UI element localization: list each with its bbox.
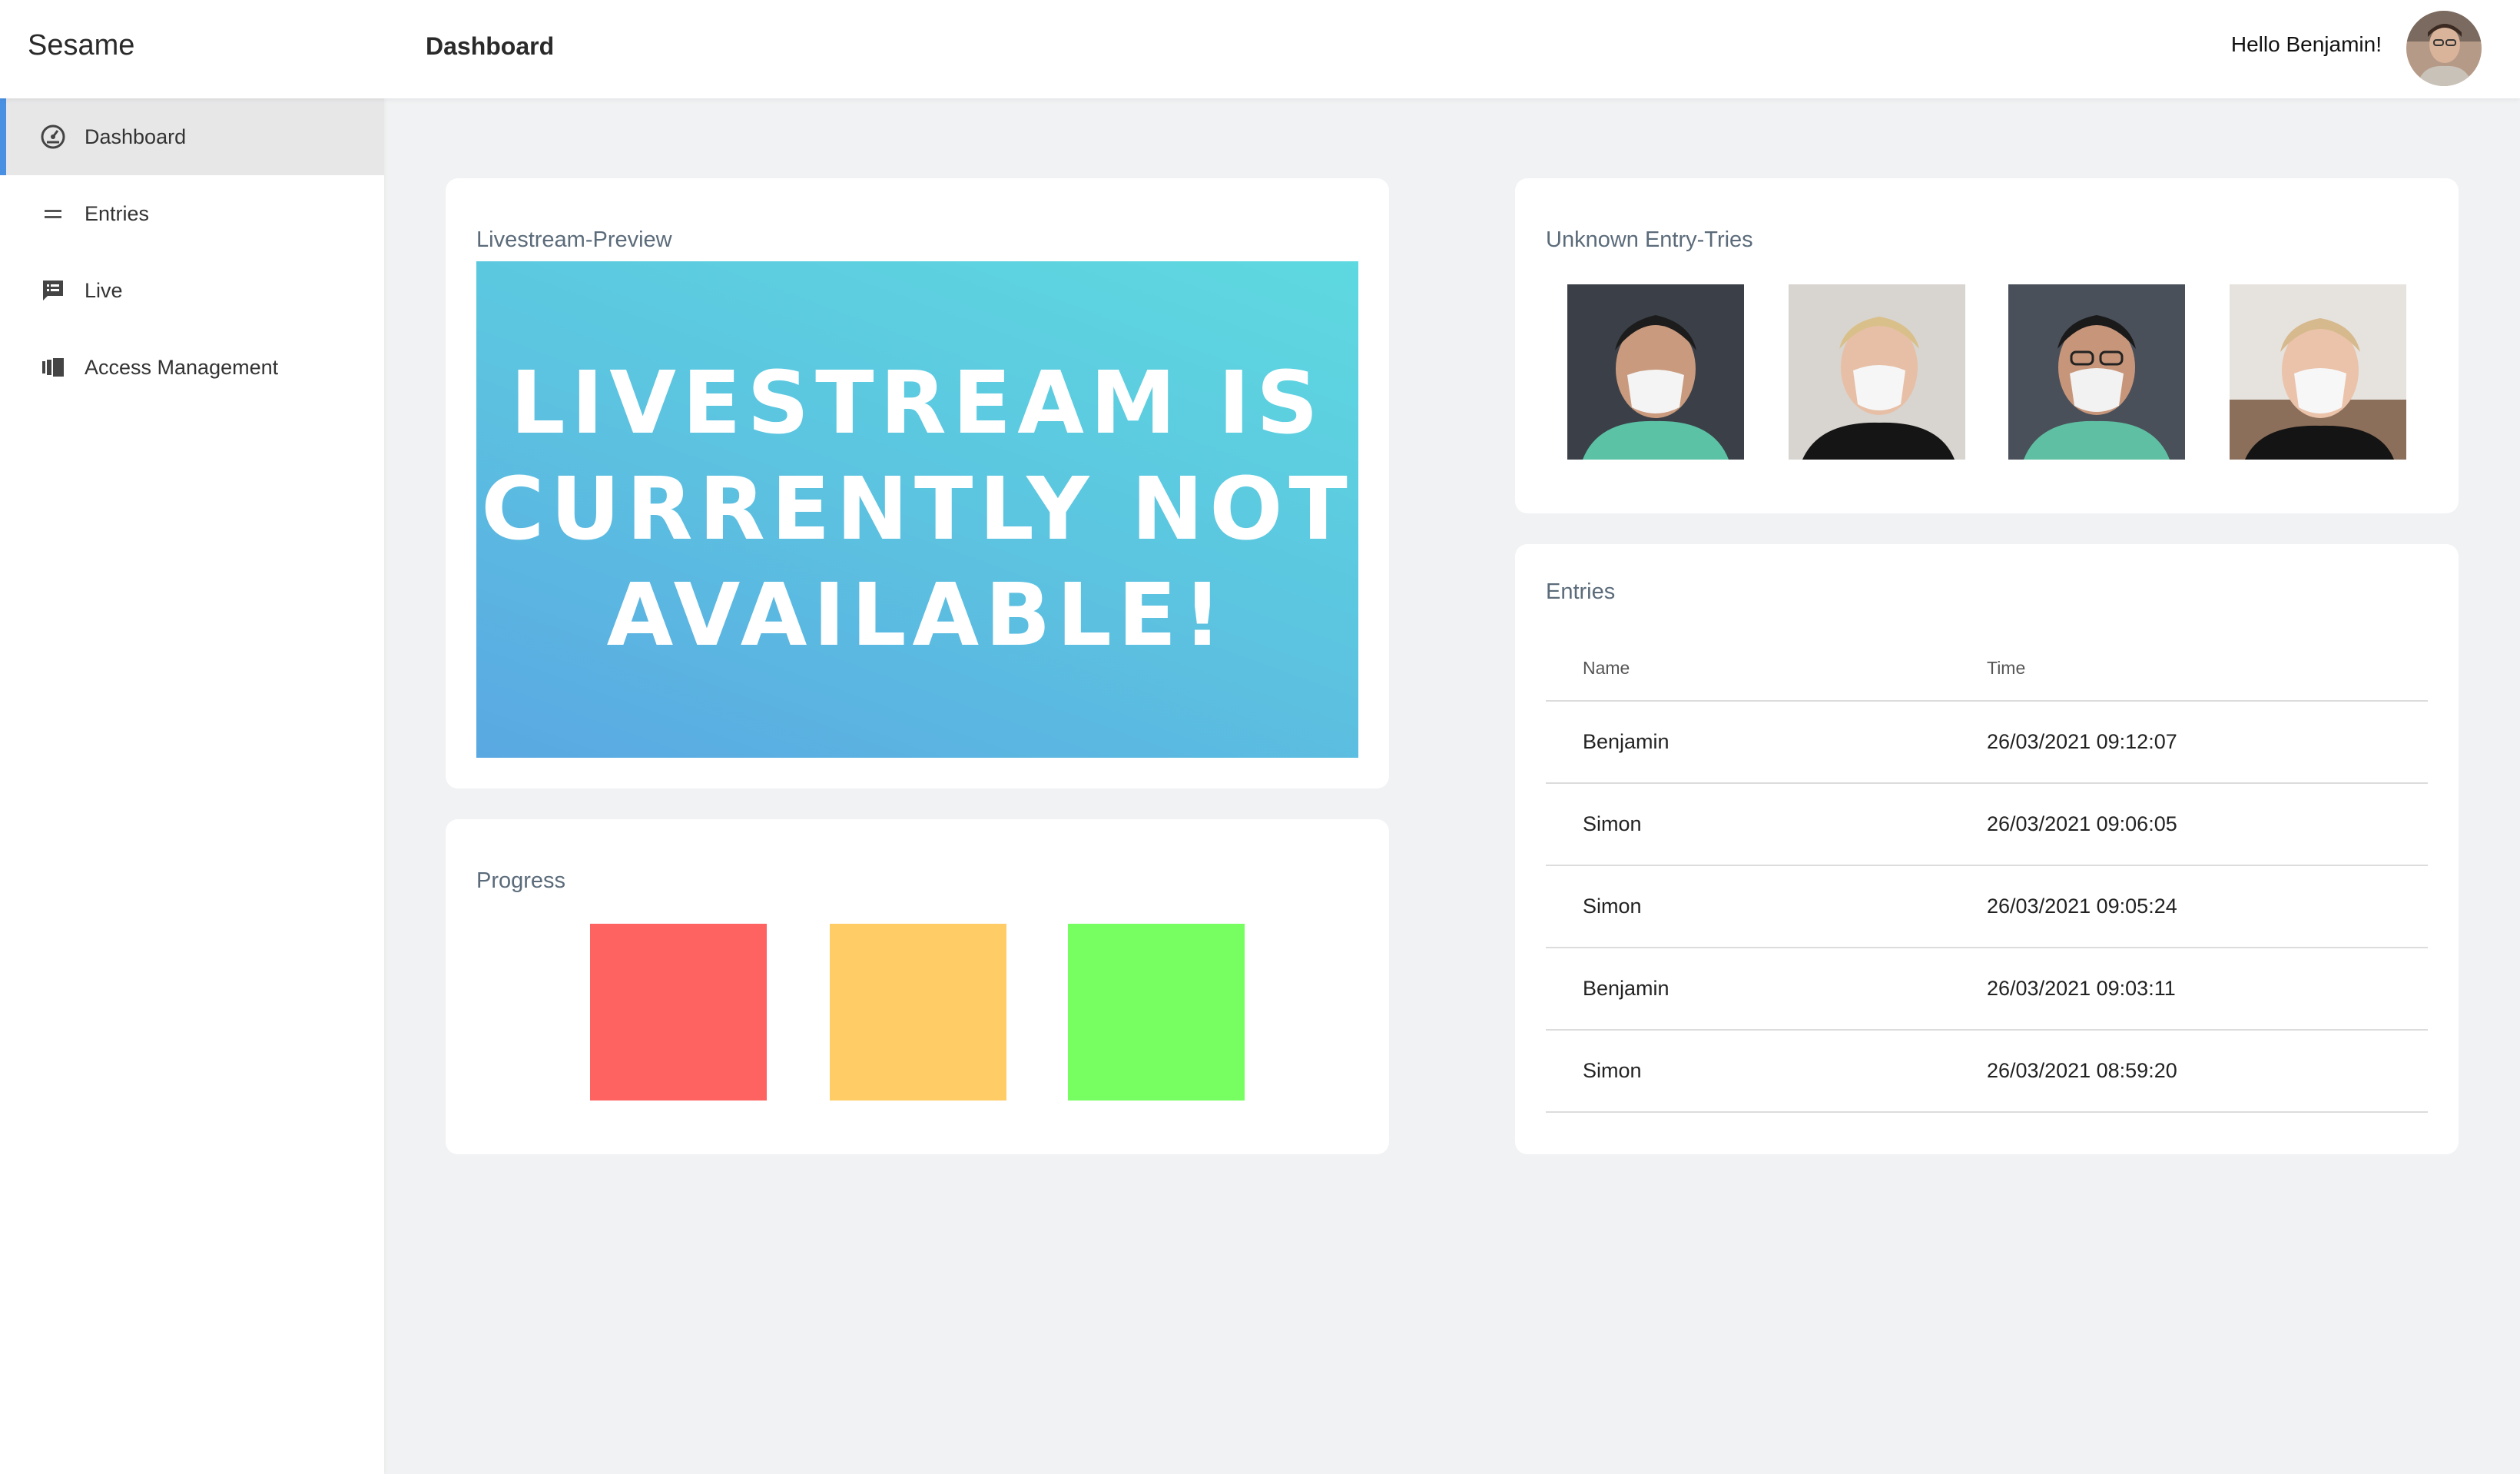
unknown-face-thumbnail[interactable]	[1567, 284, 1744, 460]
unknown-entries-title: Unknown Entry-Tries	[1546, 227, 1753, 252]
livestream-card: Livestream-Preview Livestream is current…	[446, 178, 1389, 788]
entry-time: 26/03/2021 09:12:07	[1950, 701, 2428, 784]
table-row[interactable]: Simon 26/03/2021 09:05:24	[1546, 865, 2428, 948]
entry-time: 26/03/2021 09:03:11	[1950, 948, 2428, 1031]
entry-time: 26/03/2021 08:59:20	[1950, 1030, 2428, 1113]
unknown-entries-card: Unknown Entry-Tries	[1515, 178, 2459, 513]
sidebar-item-label: Dashboard	[85, 124, 187, 148]
unknown-face-thumbnail[interactable]	[2230, 284, 2406, 460]
table-row[interactable]: Benjamin 26/03/2021 09:12:07	[1546, 701, 2428, 784]
sidebar-item-dashboard[interactable]: Dashboard	[0, 98, 384, 175]
live-icon	[40, 277, 66, 304]
livestream-message: Livestream is currently not available!	[481, 354, 1354, 666]
progress-red-block	[590, 924, 767, 1101]
avatar[interactable]	[2406, 11, 2482, 86]
entry-name: Simon	[1546, 783, 1950, 866]
livestream-preview[interactable]: Livestream is currently not available!	[476, 261, 1358, 758]
entry-name: Simon	[1546, 865, 1950, 948]
access-icon	[40, 354, 66, 380]
sidebar-item-live[interactable]: Live	[0, 252, 384, 329]
entry-time: 26/03/2021 09:06:05	[1950, 783, 2428, 866]
column-header-name[interactable]: Name	[1546, 636, 1950, 702]
table-row[interactable]: Benjamin 26/03/2021 09:03:11	[1546, 948, 2428, 1031]
progress-card: Progress	[446, 819, 1389, 1154]
dashboard-icon	[40, 124, 66, 150]
app-brand[interactable]: Sesame	[28, 29, 134, 62]
table-row[interactable]: Simon 26/03/2021 09:06:05	[1546, 783, 2428, 866]
sidebar-item-entries[interactable]: Entries	[0, 175, 384, 252]
entries-table: Name Time Benjamin 26/03/2021 09:12:07 S…	[1546, 636, 2428, 1113]
user-greeting: Hello Benjamin!	[2230, 32, 2382, 56]
progress-green-block	[1068, 924, 1245, 1101]
sidebar-item-label: Live	[85, 278, 123, 302]
entries-title: Entries	[1546, 579, 1616, 604]
column-header-time[interactable]: Time	[1950, 636, 2428, 702]
top-bar: Sesame Dashboard Hello Benjamin!	[0, 0, 2520, 98]
sidebar-item-label: Entries	[85, 201, 150, 225]
entry-name: Benjamin	[1546, 948, 1950, 1031]
entries-card: Entries Name Time Benjamin 26/03/2021 09…	[1515, 544, 2459, 1154]
sidebar: Dashboard Entries Live Access Management	[0, 98, 384, 1474]
entry-name: Simon	[1546, 1030, 1950, 1113]
sidebar-item-access-management[interactable]: Access Management	[0, 329, 384, 406]
livestream-title: Livestream-Preview	[476, 227, 672, 252]
table-row[interactable]: Simon 26/03/2021 08:59:20	[1546, 1030, 2428, 1113]
unknown-face-thumbnail[interactable]	[2008, 284, 2185, 460]
entry-time: 26/03/2021 09:05:24	[1950, 865, 2428, 948]
sidebar-item-label: Access Management	[85, 355, 279, 379]
list-icon	[40, 201, 66, 227]
entry-name: Benjamin	[1546, 701, 1950, 784]
unknown-face-thumbnail[interactable]	[1789, 284, 1965, 460]
progress-title: Progress	[476, 868, 566, 893]
page-title: Dashboard	[426, 32, 555, 60]
progress-yellow-block	[830, 924, 1006, 1101]
table-header-row: Name Time	[1546, 636, 2428, 702]
